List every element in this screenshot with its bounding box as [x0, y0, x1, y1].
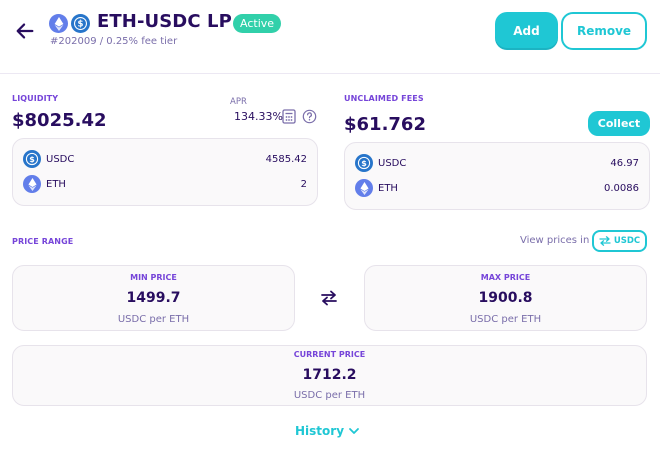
liquidity-tokens-card: $ USDC 4585.42 ETH 2 — [12, 138, 318, 206]
token-amount: 46.97 — [610, 157, 639, 169]
usdc-token-icon: $ — [71, 14, 90, 33]
liquidity-value: $8025.42 — [12, 110, 107, 131]
usdc-token-icon: $ — [23, 150, 41, 168]
remove-liquidity-button[interactable]: Remove — [561, 12, 647, 50]
token-amount: 2 — [300, 178, 307, 190]
token-amount: 4585.42 — [265, 153, 307, 165]
fee-token-row: $ USDC 46.97 — [355, 153, 639, 173]
pair-token-icons: $ — [49, 14, 90, 33]
token-symbol: USDC — [46, 153, 75, 165]
unclaimed-fees-value: $61.762 — [344, 114, 426, 135]
eth-token-icon — [23, 175, 41, 193]
unclaimed-fees-label: UNCLAIMED FEES — [344, 94, 424, 103]
collect-button[interactable]: Collect — [588, 111, 650, 136]
max-price-value: 1900.8 — [478, 290, 533, 306]
history-toggle[interactable]: History — [295, 424, 360, 438]
current-price-unit: USDC per ETH — [293, 390, 366, 401]
min-price-label: MIN PRICE — [130, 273, 177, 282]
token-symbol: ETH — [46, 178, 66, 190]
min-price-card: MIN PRICE 1499.7 USDC per ETH — [12, 265, 295, 331]
eth-token-icon — [355, 179, 373, 197]
help-icon[interactable] — [302, 109, 317, 124]
current-price-card: CURRENT PRICE 1712.2 USDC per ETH — [12, 345, 647, 406]
eth-token-icon — [49, 14, 68, 33]
min-price-unit: USDC per ETH — [117, 314, 190, 325]
arrow-left-icon[interactable] — [14, 20, 36, 42]
apr-label: APR — [230, 97, 247, 107]
history-label: History — [295, 424, 345, 438]
chevron-down-icon — [349, 428, 359, 434]
current-price-value: 1712.2 — [302, 367, 357, 383]
max-price-label: MAX PRICE — [480, 273, 531, 282]
token-symbol: USDC — [378, 157, 407, 169]
min-price-value: 1499.7 — [126, 290, 181, 306]
fees-tokens-card: $ USDC 46.97 ETH 0.0086 — [344, 142, 650, 210]
position-subtitle: #202009 / 0.25% fee tier — [50, 36, 178, 47]
liquidity-token-row: ETH 2 — [23, 174, 307, 194]
liquidity-token-row: $ USDC 4585.42 — [23, 149, 307, 169]
svg-text:$: $ — [29, 155, 35, 164]
svg-text:$: $ — [361, 159, 367, 168]
page-title: ETH-USDC LP — [97, 11, 232, 32]
svg-text:$: $ — [78, 19, 84, 29]
apr-value: 134.33% — [234, 110, 283, 123]
swap-horizontal-icon — [599, 236, 611, 246]
add-liquidity-button[interactable]: Add — [495, 12, 558, 50]
max-price-unit: USDC per ETH — [469, 314, 542, 325]
current-price-label: CURRENT PRICE — [293, 350, 366, 359]
max-price-card: MAX PRICE 1900.8 USDC per ETH — [364, 265, 647, 331]
swap-arrows-icon — [321, 290, 337, 306]
fee-token-row: ETH 0.0086 — [355, 178, 639, 198]
calculator-icon[interactable] — [282, 109, 296, 124]
usdc-token-icon: $ — [355, 154, 373, 172]
price-currency-toggle[interactable]: USDC — [592, 230, 647, 252]
price-currency-label: USDC — [613, 236, 641, 246]
token-amount: 0.0086 — [604, 182, 639, 194]
price-range-label: PRICE RANGE — [12, 237, 74, 246]
view-prices-label: View prices in — [520, 235, 590, 246]
status-badge: Active — [233, 14, 282, 33]
liquidity-label: LIQUIDITY — [12, 94, 59, 103]
token-symbol: ETH — [378, 182, 398, 194]
position-header: $ ETH-USDC LP Active #202009 / 0.25% fee… — [0, 0, 660, 74]
